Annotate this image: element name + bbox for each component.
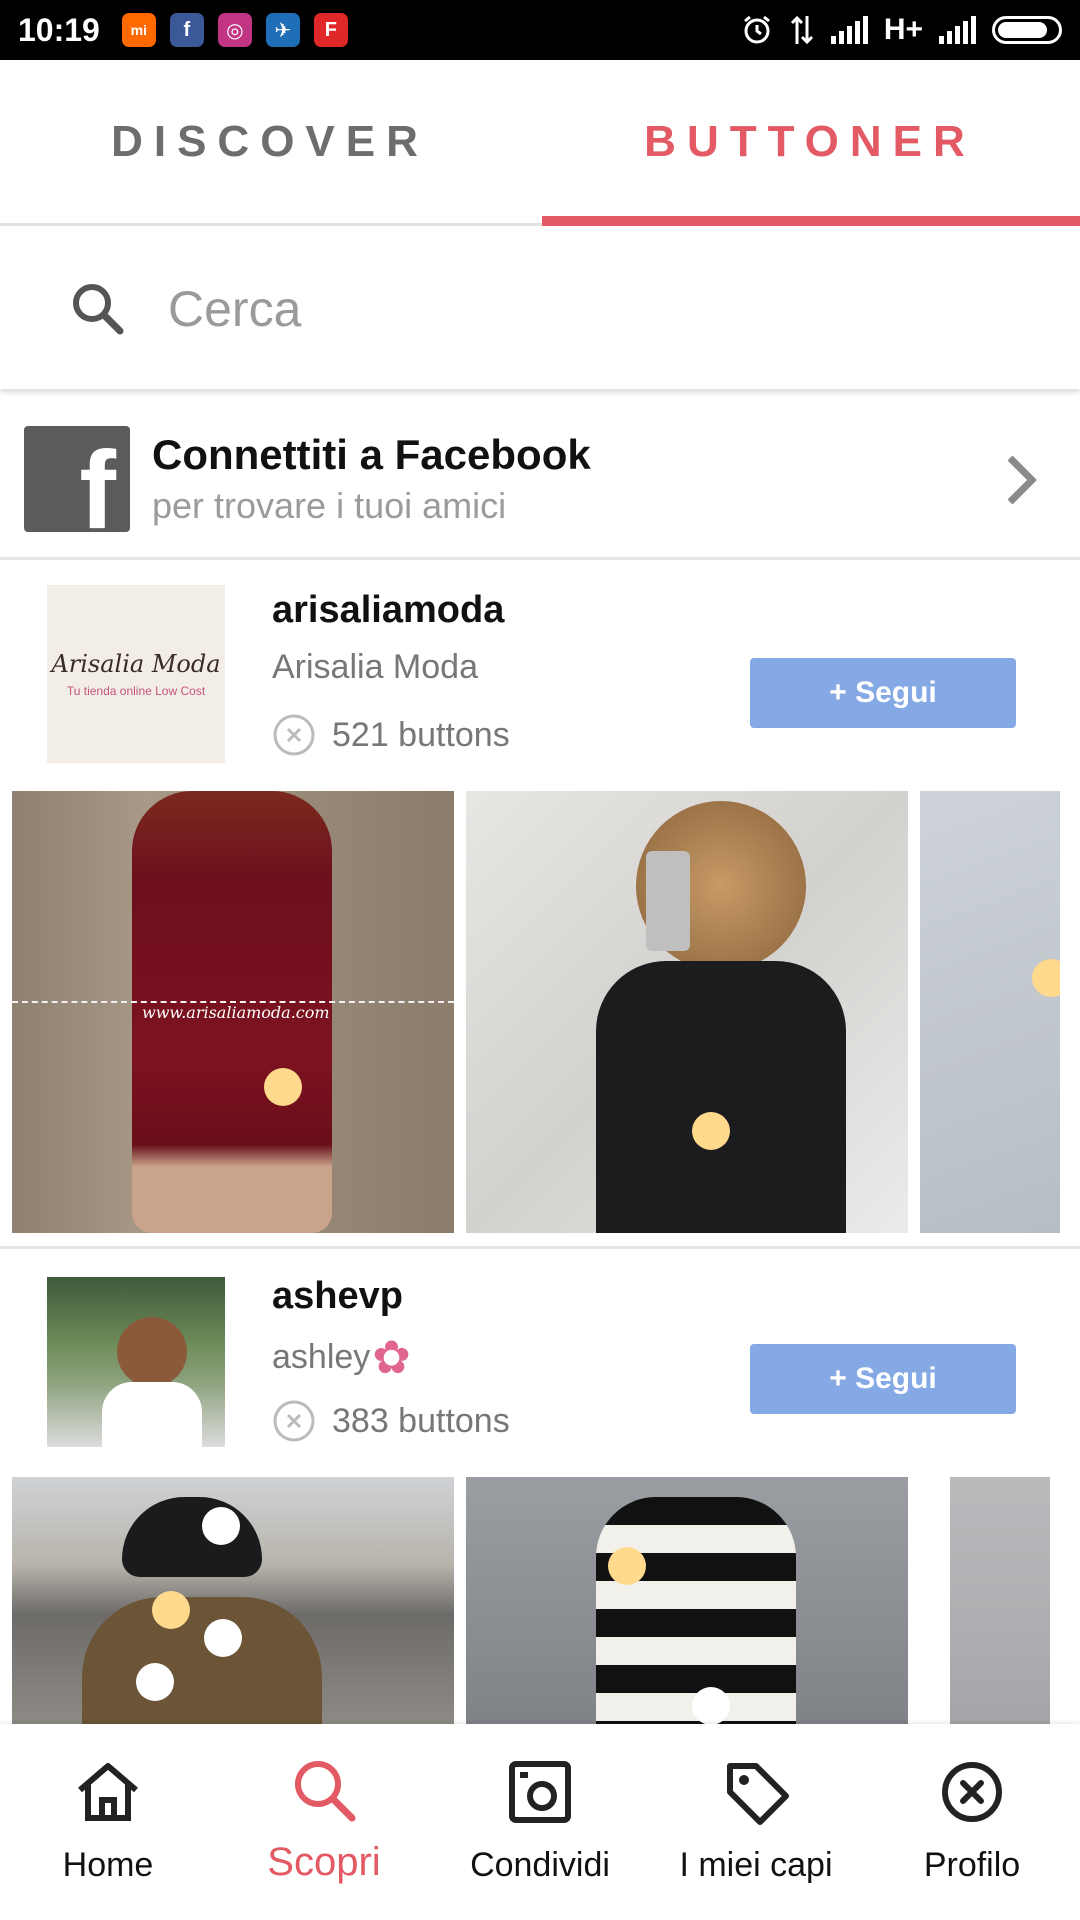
user-card-ashevp: ashevp ashley ✿ 383 buttons + Segui xyxy=(0,1249,1080,1729)
facebook-connect-title: Connettiti a Facebook xyxy=(152,430,591,478)
search-icon xyxy=(295,1761,356,1822)
nav-profilo[interactable]: Profilo xyxy=(864,1724,1080,1920)
display-name: ashley ✿ xyxy=(272,1334,411,1380)
instagram-icon: ◎ xyxy=(217,13,252,47)
nav-scopri[interactable]: Scopri xyxy=(216,1724,432,1920)
cap-shape xyxy=(122,1497,262,1577)
alarm-icon xyxy=(743,15,770,44)
facebook-logo-icon: f xyxy=(24,425,130,532)
tab-discover[interactable]: DISCOVER xyxy=(0,60,540,223)
nav-i-miei-capi-label: I miei capi xyxy=(679,1846,833,1884)
nav-i-miei-capi[interactable]: I miei capi xyxy=(648,1724,864,1920)
app-icon: ✈ xyxy=(265,13,300,47)
tag-icon xyxy=(727,1763,789,1825)
user-photos xyxy=(12,1477,1050,1727)
facebook-connect-row[interactable]: f Connettiti a Facebook per trovare i tu… xyxy=(0,400,1080,560)
photo-watermark: www.arisaliamoda.com xyxy=(142,1003,330,1022)
follow-button[interactable]: + Segui xyxy=(750,658,1016,728)
display-name: Arisalia Moda xyxy=(272,648,478,686)
buttons-count-label: 521 buttons xyxy=(332,715,510,754)
photo-striped-sweater[interactable] xyxy=(466,1477,908,1727)
search-icon xyxy=(73,284,124,335)
username[interactable]: ashevp xyxy=(272,1275,403,1318)
signal-icon xyxy=(830,16,868,44)
status-time: 10:19 xyxy=(18,11,100,48)
mi-icon: mi xyxy=(121,13,156,47)
nav-condividi[interactable]: Condividi xyxy=(432,1724,648,1920)
button-dot[interactable] xyxy=(1032,959,1060,997)
button-dot[interactable] xyxy=(692,1112,730,1150)
flower-icon: ✿ xyxy=(372,1331,411,1383)
photo-partial[interactable] xyxy=(950,1477,1050,1727)
photo-black-dress[interactable] xyxy=(466,791,908,1233)
buttons-count: 521 buttons xyxy=(272,713,510,757)
button-dot[interactable] xyxy=(264,1068,302,1106)
button-dot[interactable] xyxy=(204,1619,242,1657)
sweater-shape xyxy=(82,1597,322,1727)
battery-icon xyxy=(992,16,1062,44)
chevron-right-icon xyxy=(1007,455,1037,505)
photo-partial[interactable] xyxy=(920,791,1060,1233)
network-type: H+ xyxy=(883,13,923,46)
nav-home-label: Home xyxy=(62,1846,154,1884)
button-icon xyxy=(273,1400,315,1442)
nav-scopri-label: Scopri xyxy=(267,1840,381,1884)
button-icon xyxy=(942,1762,1002,1822)
user-card-arisaliamoda: Arisalia Moda Tu tienda online Low Cost … xyxy=(0,563,1080,1243)
nav-condividi-label: Condividi xyxy=(470,1846,610,1884)
button-dot[interactable] xyxy=(152,1591,190,1629)
nav-home[interactable]: Home xyxy=(0,1724,216,1920)
search-bar xyxy=(0,229,1080,389)
avatar[interactable]: Arisalia Moda Tu tienda online Low Cost xyxy=(47,585,225,763)
username[interactable]: arisaliamoda xyxy=(272,589,504,632)
display-name-text: ashley xyxy=(272,1337,371,1376)
photo-red-dress[interactable]: www.arisaliamoda.com xyxy=(12,791,454,1233)
dress-shape xyxy=(596,961,846,1233)
avatar-brand-text: Arisalia Moda xyxy=(51,650,221,678)
button-dot[interactable] xyxy=(136,1663,174,1701)
top-tabs: DISCOVER BUTTONER xyxy=(0,60,1080,226)
buttons-count-label: 383 buttons xyxy=(332,1401,510,1440)
button-dot[interactable] xyxy=(202,1507,240,1545)
home-icon xyxy=(78,1763,138,1821)
flipboard-icon: F xyxy=(313,13,348,47)
user-photos: www.arisaliamoda.com xyxy=(12,791,1060,1233)
buttons-count: 383 buttons xyxy=(272,1399,510,1443)
signal-icon xyxy=(939,16,976,44)
facebook-connect-subtitle: per trovare i tuoi amici xyxy=(152,484,507,526)
photo-street[interactable] xyxy=(12,1477,454,1727)
nav-profilo-label: Profilo xyxy=(923,1846,1021,1884)
phone-shape xyxy=(646,851,690,951)
avatar[interactable] xyxy=(47,1277,225,1447)
avatar-shirt-shape xyxy=(102,1382,202,1447)
bottom-nav: Home Scopri Condividi I miei capi Profil… xyxy=(0,1724,1080,1920)
avatar-brand-subtext: Tu tienda online Low Cost xyxy=(66,684,206,698)
avatar-face-shape xyxy=(117,1317,187,1387)
button-dot[interactable] xyxy=(692,1687,730,1725)
facebook-icon: f xyxy=(169,13,204,47)
follow-button[interactable]: + Segui xyxy=(750,1344,1016,1414)
data-transfer-icon xyxy=(790,15,813,45)
search-input[interactable] xyxy=(168,280,868,338)
tab-buttoner[interactable]: BUTTONER xyxy=(540,60,1080,226)
button-dot[interactable] xyxy=(608,1547,646,1585)
button-icon xyxy=(273,714,315,756)
status-bar: 10:19 mi f ◎ ✈ F H+ xyxy=(0,0,1080,60)
camera-icon xyxy=(509,1761,571,1823)
